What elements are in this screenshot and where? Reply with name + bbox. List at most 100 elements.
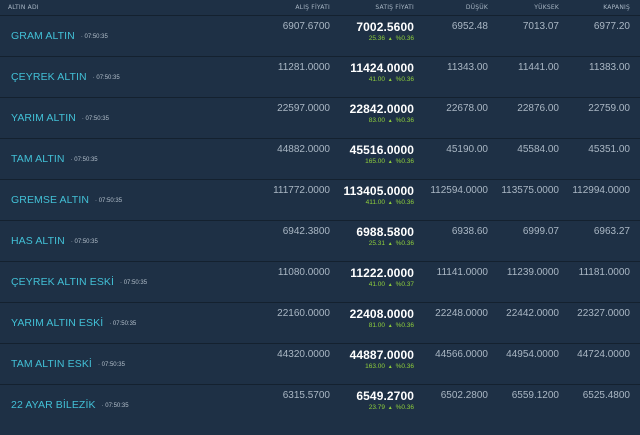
price-change: 81.00 ▲ %0.36: [330, 322, 414, 329]
close-price: 22327.0000: [577, 308, 630, 319]
gold-name-link[interactable]: GREMSE ALTIN: [11, 194, 89, 206]
update-time: · 07:50:35: [101, 403, 129, 409]
high-price: 113575.0000: [501, 185, 559, 196]
update-time: · 07:50:35: [92, 75, 120, 81]
gold-name-cell: YARIM ALTIN · 07:50:35: [0, 98, 240, 138]
change-percent: %0.36: [395, 240, 414, 247]
gold-name-cell: GREMSE ALTIN · 07:50:35: [0, 180, 240, 220]
gold-name-link[interactable]: ÇEYREK ALTIN: [11, 71, 87, 83]
high-price: 22442.0000: [506, 308, 559, 319]
table-row[interactable]: YARIM ALTIN ESKİ · 07:50:35 22160.0000 2…: [0, 302, 640, 343]
change-value: 165.00: [365, 158, 385, 165]
low-price: 22678.00: [446, 103, 488, 114]
triangle-up-icon: ▲: [387, 241, 393, 247]
low-price: 45190.00: [446, 144, 488, 155]
table-row[interactable]: ÇEYREK ALTIN ESKİ · 07:50:35 11080.0000 …: [0, 261, 640, 302]
sell-price-cell: 11222.0000 41.00 ▲ %0.37: [330, 262, 414, 302]
update-time: · 07:50:35: [80, 34, 108, 40]
gold-name-cell: 22 AYAR BİLEZİK · 07:50:35: [0, 385, 240, 425]
low-price: 11141.0000: [436, 267, 488, 278]
change-value: 41.00: [368, 281, 385, 288]
triangle-up-icon: ▲: [387, 200, 393, 206]
low-price: 44566.0000: [435, 349, 488, 360]
buy-price: 6315.5700: [282, 390, 330, 401]
change-percent: %0.37: [395, 281, 414, 288]
close-price: 11383.00: [589, 62, 630, 73]
gold-name-link[interactable]: TAM ALTIN: [11, 153, 65, 165]
gold-name-link[interactable]: ÇEYREK ALTIN ESKİ: [11, 276, 114, 288]
header-high: YÜKSEK: [534, 4, 559, 11]
header-sell: SATIŞ FİYATI: [375, 4, 414, 11]
table-row[interactable]: GRAM ALTIN · 07:50:35 6907.6700 7002.560…: [0, 15, 640, 56]
change-percent: %0.36: [395, 199, 414, 206]
high-price: 6559.1200: [511, 390, 559, 401]
sell-price: 22408.0000: [349, 307, 414, 321]
price-change: 25.36 ▲ %0.36: [330, 35, 414, 42]
triangle-up-icon: ▲: [387, 159, 393, 165]
triangle-up-icon: ▲: [387, 405, 393, 411]
gold-name-link[interactable]: TAM ALTIN ESKİ: [11, 358, 92, 370]
change-percent: %0.36: [395, 363, 414, 370]
gold-name-link[interactable]: GRAM ALTIN: [11, 30, 75, 42]
update-time: · 07:50:35: [109, 321, 137, 327]
sell-price-cell: 44887.0000 163.00 ▲ %0.36: [330, 344, 414, 384]
price-change: 41.00 ▲ %0.36: [330, 76, 414, 83]
price-change: 165.00 ▲ %0.36: [330, 158, 414, 165]
price-change: 41.00 ▲ %0.37: [330, 281, 414, 288]
gold-name-link[interactable]: HAS ALTIN: [11, 235, 65, 247]
high-price: 44954.0000: [506, 349, 559, 360]
gold-price-table: ALTIN ADI ALIŞ FİYATI SATIŞ FİYATI DÜŞÜK…: [0, 0, 640, 435]
buy-price: 44882.0000: [277, 144, 330, 155]
gold-name-cell: YARIM ALTIN ESKİ · 07:50:35: [0, 303, 240, 343]
close-price: 6963.27: [593, 226, 630, 237]
table-row[interactable]: TAM ALTIN ESKİ · 07:50:35 44320.0000 448…: [0, 343, 640, 384]
table-row[interactable]: HAS ALTIN · 07:50:35 6942.3800 6988.5800…: [0, 220, 640, 261]
gold-name-link[interactable]: YARIM ALTIN ESKİ: [11, 317, 103, 329]
buy-price: 6942.3800: [282, 226, 330, 237]
change-percent: %0.36: [395, 158, 414, 165]
table-header: ALTIN ADI ALIŞ FİYATI SATIŞ FİYATI DÜŞÜK…: [0, 0, 640, 15]
change-value: 25.36: [368, 35, 385, 42]
sell-price-cell: 113405.0000 411.00 ▲ %0.36: [330, 180, 414, 220]
close-price: 6977.20: [593, 21, 630, 32]
gold-name-cell: HAS ALTIN · 07:50:35: [0, 221, 240, 261]
table-row[interactable]: TAM ALTIN · 07:50:35 44882.0000 45516.00…: [0, 138, 640, 179]
buy-price: 6907.6700: [282, 21, 330, 32]
update-time: · 07:50:35: [97, 362, 125, 368]
gold-name-cell: GRAM ALTIN · 07:50:35: [0, 16, 240, 56]
gold-name-link[interactable]: YARIM ALTIN: [11, 112, 76, 124]
high-price: 6999.07: [522, 226, 559, 237]
sell-price: 44887.0000: [349, 348, 414, 362]
sell-price: 45516.0000: [349, 143, 414, 157]
change-percent: %0.36: [395, 404, 414, 411]
table-row[interactable]: 22 AYAR BİLEZİK · 07:50:35 6315.5700 654…: [0, 384, 640, 425]
table-row[interactable]: YARIM ALTIN · 07:50:35 22597.0000 22842.…: [0, 97, 640, 138]
buy-price: 11281.0000: [277, 62, 330, 73]
change-value: 83.00: [368, 117, 385, 124]
high-price: 7013.07: [522, 21, 559, 32]
price-change: 25.31 ▲ %0.36: [330, 240, 414, 247]
update-time: · 07:50:35: [70, 239, 98, 245]
price-change: 23.79 ▲ %0.36: [330, 404, 414, 411]
sell-price-cell: 6549.2700 23.79 ▲ %0.36: [330, 385, 414, 425]
sell-price: 6988.5800: [356, 225, 414, 239]
triangle-up-icon: ▲: [387, 118, 393, 124]
change-value: 23.79: [368, 404, 385, 411]
gold-name-cell: TAM ALTIN ESKİ · 07:50:35: [0, 344, 240, 384]
close-price: 22759.00: [588, 103, 630, 114]
close-price: 44724.0000: [577, 349, 630, 360]
price-change: 163.00 ▲ %0.36: [330, 363, 414, 370]
table-row[interactable]: GREMSE ALTIN · 07:50:35 111772.0000 1134…: [0, 179, 640, 220]
sell-price: 11424.0000: [350, 61, 414, 75]
close-price: 6525.4800: [582, 390, 630, 401]
table-row[interactable]: ÇEYREK ALTIN · 07:50:35 11281.0000 11424…: [0, 56, 640, 97]
header-name: ALTIN ADI: [8, 4, 39, 11]
update-time: · 07:50:35: [70, 157, 98, 163]
update-time: · 07:50:35: [120, 280, 148, 286]
change-value: 163.00: [365, 363, 385, 370]
gold-name-link[interactable]: 22 AYAR BİLEZİK: [11, 399, 96, 411]
low-price: 11343.00: [447, 62, 488, 73]
high-price: 11441.00: [518, 62, 559, 73]
change-percent: %0.36: [395, 35, 414, 42]
change-value: 41.00: [368, 76, 385, 83]
